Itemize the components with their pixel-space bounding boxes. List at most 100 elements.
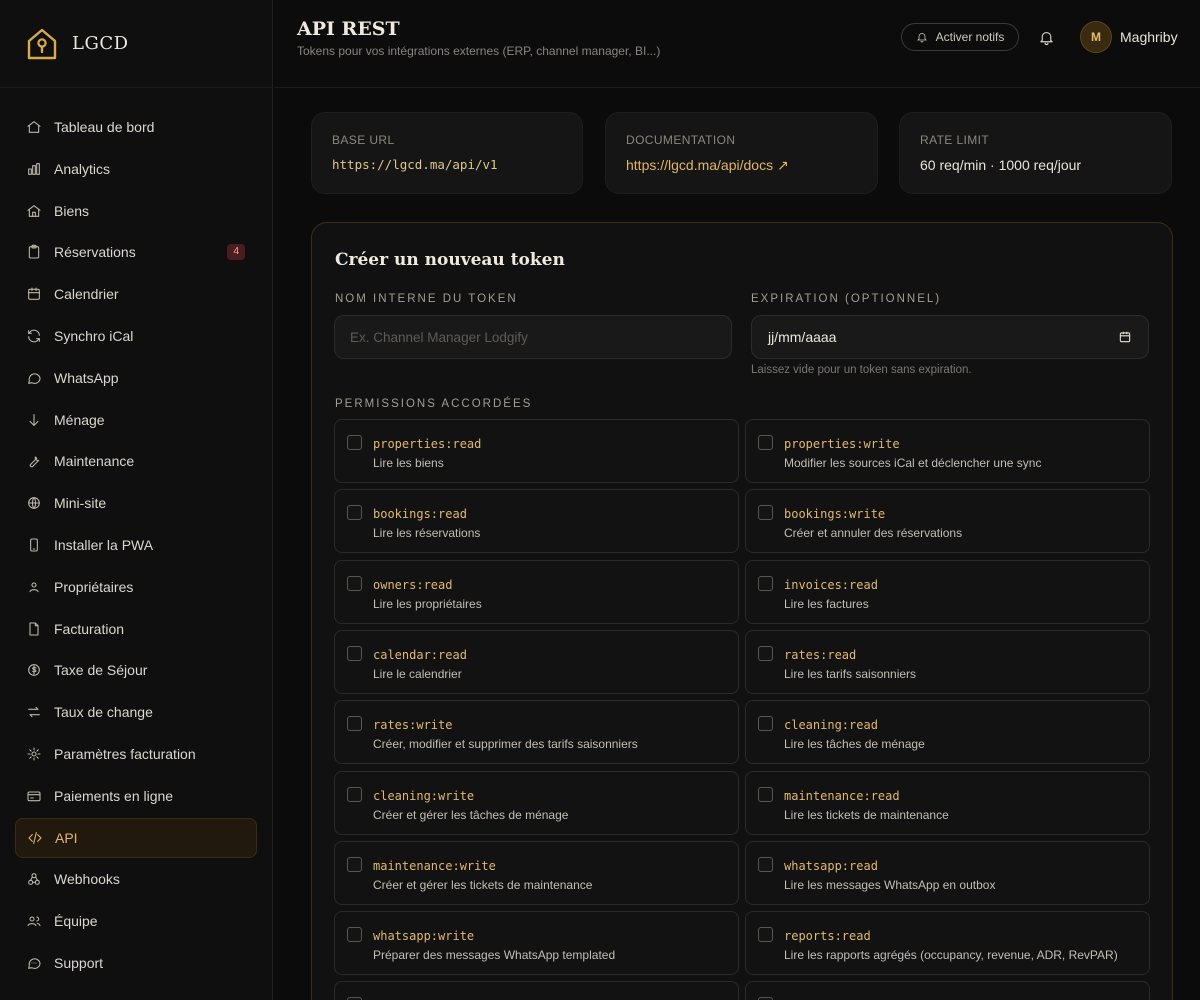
sidebar-item-whatsapp[interactable]: WhatsApp bbox=[15, 358, 257, 398]
sidebar-item-webhooks[interactable]: Webhooks bbox=[15, 859, 257, 899]
avatar[interactable]: M bbox=[1080, 21, 1112, 53]
page-title: API REST bbox=[297, 18, 400, 40]
sidebar-item-label: Webhooks bbox=[54, 871, 120, 888]
permission-bookings-read[interactable]: bookings:read Lire les réservations bbox=[334, 489, 739, 554]
sidebar-item-parametres-facturation[interactable]: Paramètres facturation bbox=[15, 734, 257, 774]
bell-icon[interactable] bbox=[1038, 29, 1055, 46]
documentation-link[interactable]: https://lgcd.ma/api/docs ↗ bbox=[626, 157, 857, 174]
permission-maintenance-write[interactable]: maintenance:write Créer et gérer les tick… bbox=[334, 840, 739, 905]
permission-code: cleaning:write bbox=[373, 788, 475, 803]
permission-properties-read[interactable]: properties:read Lire les biens bbox=[334, 419, 739, 483]
token-name-input[interactable] bbox=[334, 315, 732, 359]
permission-bookings-write[interactable]: bookings:write Créer et annuler des réser… bbox=[745, 489, 1150, 554]
users-icon bbox=[26, 913, 42, 929]
permission-checkbox[interactable] bbox=[347, 716, 362, 732]
settings-icon bbox=[26, 746, 42, 762]
permission-cleaning-write[interactable]: cleaning:write Créer et gérer les tâches … bbox=[334, 770, 739, 835]
permission-description: Lire les biens bbox=[373, 456, 444, 470]
user-name[interactable]: Maghriby bbox=[1120, 29, 1178, 45]
permission-checkbox[interactable] bbox=[347, 505, 362, 521]
permission-properties-write[interactable]: properties:write Modifier les sources iCa… bbox=[745, 419, 1150, 483]
sidebar-item-api[interactable]: API bbox=[15, 817, 257, 858]
permission-checkbox[interactable] bbox=[758, 645, 773, 661]
permission-description: Lire les rapports agrégés (occupancy, re… bbox=[784, 948, 1118, 963]
permission-code: whatsapp:read bbox=[784, 858, 878, 873]
permission-whatsapp-write[interactable]: whatsapp:write Préparer des messages What… bbox=[334, 911, 739, 976]
sidebar-item-menage[interactable]: Ménage bbox=[15, 400, 257, 440]
permission-checkbox[interactable] bbox=[347, 856, 362, 872]
permission-checkbox[interactable] bbox=[758, 786, 773, 802]
sidebar-item-mini-site[interactable]: Mini-site bbox=[15, 483, 257, 523]
permission-code: reports:read bbox=[784, 929, 871, 944]
sidebar-item-paiements-en-ligne[interactable]: Paiements en ligne bbox=[15, 776, 257, 816]
enable-notifications-button[interactable]: Activer notifs bbox=[901, 23, 1019, 51]
code-icon bbox=[27, 830, 43, 846]
permission-invoices-read[interactable]: invoices:read Lire les factures bbox=[745, 559, 1150, 624]
sidebar-item-taxe-de-sejour[interactable]: Taxe de Séjour bbox=[15, 650, 257, 690]
permission-checkbox[interactable] bbox=[347, 645, 362, 661]
permission-rates-write[interactable]: rates:write Créer, modifier et supprimer … bbox=[334, 700, 739, 765]
brand-name: LGCD bbox=[72, 33, 129, 54]
permission-calendar-read[interactable]: calendar:read Lire le calendrier bbox=[334, 629, 739, 694]
sidebar-item-taux-de-change[interactable]: Taux de change bbox=[15, 692, 257, 732]
permission-item-17[interactable] bbox=[745, 981, 1150, 1000]
calendar-icon bbox=[26, 286, 42, 302]
sidebar-item-label: Installer la PWA bbox=[54, 536, 154, 553]
bell-small-icon bbox=[916, 33, 927, 43]
permission-whatsapp-read[interactable]: whatsapp:read Lire les messages WhatsApp … bbox=[745, 840, 1150, 905]
permission-description: Lire les réservations bbox=[373, 526, 481, 541]
create-token-panel: Créer un nouveau token NOM INTERNE DU TO… bbox=[311, 222, 1173, 1000]
permission-rates-read[interactable]: rates:read Lire les tarifs saisonniers bbox=[745, 629, 1150, 694]
permission-checkbox[interactable] bbox=[758, 505, 773, 521]
sidebar-item-label: Calendrier bbox=[54, 286, 119, 303]
sidebar-item-installer-la-pwa[interactable]: Installer la PWA bbox=[15, 525, 257, 565]
page-subtitle: Tokens pour vos intégrations externes (E… bbox=[297, 44, 661, 58]
sidebar-item-reservations[interactable]: Réservations 4 bbox=[15, 232, 257, 272]
permission-checkbox[interactable] bbox=[347, 927, 362, 943]
permission-checkbox[interactable] bbox=[347, 786, 362, 802]
sidebar-item-biens[interactable]: Biens bbox=[15, 191, 257, 231]
webhook-icon bbox=[26, 871, 42, 887]
permission-maintenance-read[interactable]: maintenance:read Lire les tickets de main… bbox=[745, 770, 1150, 835]
calendar-picker-icon[interactable] bbox=[1118, 330, 1132, 344]
sidebar-item-analytics[interactable]: Analytics bbox=[15, 149, 257, 189]
permission-checkbox[interactable] bbox=[758, 927, 773, 943]
sidebar-item-facturation[interactable]: Facturation bbox=[15, 609, 257, 649]
permission-checkbox[interactable] bbox=[347, 575, 362, 591]
sidebar-item-proprietaires[interactable]: Propriétaires bbox=[15, 567, 257, 607]
permission-code: bookings:write bbox=[784, 507, 886, 522]
sidebar-item-label: Taxe de Séjour bbox=[54, 662, 148, 679]
sidebar-item-calendrier[interactable]: Calendrier bbox=[15, 274, 257, 314]
permission-checkbox[interactable] bbox=[347, 435, 362, 450]
base-url-label: BASE URL bbox=[332, 133, 395, 147]
permission-description: Créer et annuler des réservations bbox=[784, 526, 963, 541]
sidebar-item-maintenance[interactable]: Maintenance bbox=[15, 441, 257, 481]
permission-item-16[interactable] bbox=[334, 981, 739, 1000]
brand[interactable]: LGCD bbox=[0, 0, 272, 88]
permission-checkbox[interactable] bbox=[758, 575, 773, 591]
permission-checkbox[interactable] bbox=[758, 716, 773, 732]
permission-cleaning-read[interactable]: cleaning:read Lire les tâches de ménage bbox=[745, 700, 1150, 765]
permission-checkbox[interactable] bbox=[758, 856, 773, 872]
permission-description: Lire les factures bbox=[784, 596, 869, 611]
expiration-date-input[interactable]: jj/mm/aaaa bbox=[751, 315, 1149, 359]
sidebar: LGCD Tableau de bord Analytics Biens Réserv… bbox=[0, 0, 273, 1000]
permission-description: Lire les tarifs saisonniers bbox=[784, 666, 917, 681]
house-lock-logo-icon bbox=[27, 28, 57, 59]
sidebar-item-label: Facturation bbox=[54, 620, 125, 637]
sidebar-item-equipe[interactable]: Équipe bbox=[15, 901, 257, 941]
sidebar-item-support[interactable]: Support bbox=[15, 943, 257, 983]
sidebar-item-label: WhatsApp bbox=[54, 369, 119, 386]
rate-limit-label: RATE LIMIT bbox=[920, 133, 990, 147]
dollar-circle-icon bbox=[26, 662, 42, 678]
sidebar-item-synchro-ical[interactable]: Synchro iCal bbox=[15, 316, 257, 356]
credit-card-icon bbox=[26, 788, 42, 804]
permission-checkbox[interactable] bbox=[758, 435, 773, 450]
chat-bubble-icon bbox=[26, 370, 42, 386]
sidebar-item-tableau-de-bord[interactable]: Tableau de bord bbox=[15, 107, 257, 147]
permission-description: Lire les messages WhatsApp en outbox bbox=[784, 877, 996, 892]
permission-code: bookings:read bbox=[373, 507, 467, 522]
permission-reports-read[interactable]: reports:read Lire les rapports agrégés (o… bbox=[745, 911, 1150, 976]
documentation-label: DOCUMENTATION bbox=[626, 133, 736, 147]
permission-owners-read[interactable]: owners:read Lire les propriétaires bbox=[334, 559, 739, 624]
